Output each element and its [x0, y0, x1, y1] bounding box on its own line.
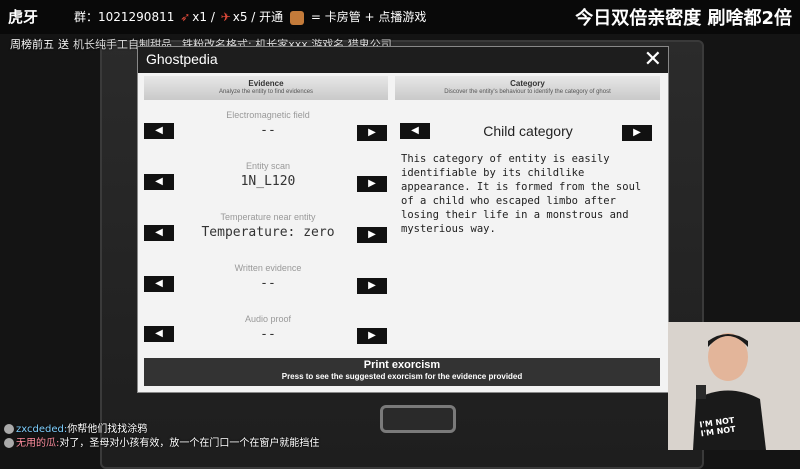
- stream-logo: 虎牙: [8, 8, 39, 26]
- evidence-item-temperature: Temperature near entity Temperature: zer…: [198, 212, 338, 240]
- evidence-value: --: [260, 327, 276, 342]
- chat-message: 无用的瓜:对了，圣母对小孩有效，放一个在门口一个在窗户就能挡住: [4, 434, 664, 449]
- chat-text: 对了，圣母对小孩有效，放一个在门口一个在窗户就能挡住: [59, 438, 320, 449]
- evidence-label: Written evidence: [234, 263, 302, 273]
- streamer-webcam: I'M NOT I'M NOT: [668, 322, 800, 450]
- evidence-item-audio: Audio proof --: [198, 314, 338, 342]
- entity-scan-prev-button[interactable]: ◀: [144, 174, 174, 190]
- stream-sub-sender: 周榜前五: [10, 38, 54, 51]
- chat-username: 无用的瓜:: [16, 438, 60, 449]
- temperature-next-button[interactable]: ▶: [357, 227, 387, 243]
- gift-count-2: x5: [232, 10, 248, 24]
- category-description: This category of entity is easily identi…: [401, 153, 642, 235]
- print-exorcism-button[interactable]: Print exorcism Press to see the suggeste…: [144, 358, 660, 386]
- evidence-label: Entity scan: [245, 161, 291, 171]
- chat-panel: zxcdeded:你帮他们找找涂鸦 无用的瓜:对了，圣母对小孩有效，放一个在门口…: [4, 420, 664, 449]
- evidence-value: --: [260, 276, 276, 291]
- evidence-label: Audio proof: [244, 314, 292, 324]
- print-exorcism-label: Print exorcism: [363, 359, 441, 371]
- category-value: Child category: [483, 123, 573, 139]
- category-prev-button[interactable]: ◀: [400, 123, 430, 139]
- promo-text-2: = 卡房管 + 点播游戏: [310, 10, 427, 24]
- audio-next-button[interactable]: ▶: [357, 328, 387, 344]
- evidence-header: Evidence Analyze the entity to find evid…: [144, 76, 388, 100]
- evidence-header-subtitle: Analyze the entity to find evidences: [218, 89, 314, 95]
- stream-info: 群：1021290811 ➶ x1 / ✈ x5 / 开通 = 卡房管 + 点播游戏: [74, 10, 427, 25]
- written-next-button[interactable]: ▶: [357, 278, 387, 294]
- evidence-header-title: Evidence: [248, 79, 284, 88]
- rocket-icon: ➶: [180, 10, 191, 24]
- temperature-prev-button[interactable]: ◀: [144, 225, 174, 241]
- evidence-label: Temperature near entity: [220, 212, 316, 222]
- evidence-value: 1N_L120: [240, 174, 296, 189]
- evidence-item-emf: Electromagnetic field --: [198, 110, 338, 138]
- evidence-item-entity-scan: Entity scan 1N_L120: [198, 161, 338, 189]
- avatar: [4, 438, 14, 448]
- stream-banner: 今日双倍亲密度 刷啥都2倍: [575, 8, 792, 29]
- evidence-value: Temperature: zero: [201, 225, 335, 240]
- written-prev-button[interactable]: ◀: [144, 276, 174, 292]
- chat-message: zxcdeded:你帮他们找找涂鸦: [4, 420, 664, 435]
- audio-prev-button[interactable]: ◀: [144, 326, 174, 342]
- evidence-value: --: [260, 123, 276, 138]
- category-header: Category Discover the entity's behaviour…: [395, 76, 660, 100]
- plane-icon: ✈: [220, 10, 231, 24]
- stream-sub-gift: 送: [58, 38, 69, 51]
- close-icon[interactable]: ✕: [644, 47, 662, 72]
- evidence-item-written: Written evidence --: [198, 263, 338, 291]
- category-next-button[interactable]: ▶: [622, 125, 652, 141]
- fan-group-text: 群：1021290811: [74, 10, 175, 24]
- ghostpedia-window: Ghostpedia ✕ Evidence Analyze the entity…: [137, 46, 669, 393]
- avatar: [4, 424, 14, 434]
- stream-top-bar: 虎牙 群：1021290811 ➶ x1 / ✈ x5 / 开通 = 卡房管 + 点…: [0, 0, 800, 34]
- category-header-subtitle: Discover the entity's behaviour to ident…: [444, 89, 611, 95]
- print-exorcism-sublabel: Press to see the suggested exorcism for …: [281, 372, 523, 381]
- window-title: Ghostpedia: [146, 51, 218, 67]
- emf-next-button[interactable]: ▶: [357, 125, 387, 141]
- emf-prev-button[interactable]: ◀: [144, 123, 174, 139]
- gift-count-1: x1: [192, 10, 207, 24]
- titlebar: Ghostpedia ✕: [138, 47, 668, 73]
- evidence-label: Electromagnetic field: [226, 110, 310, 120]
- promo-text: 开通: [259, 10, 284, 24]
- category-header-title: Category: [510, 79, 545, 88]
- entity-scan-next-button[interactable]: ▶: [357, 176, 387, 192]
- badge-icon: [290, 10, 304, 25]
